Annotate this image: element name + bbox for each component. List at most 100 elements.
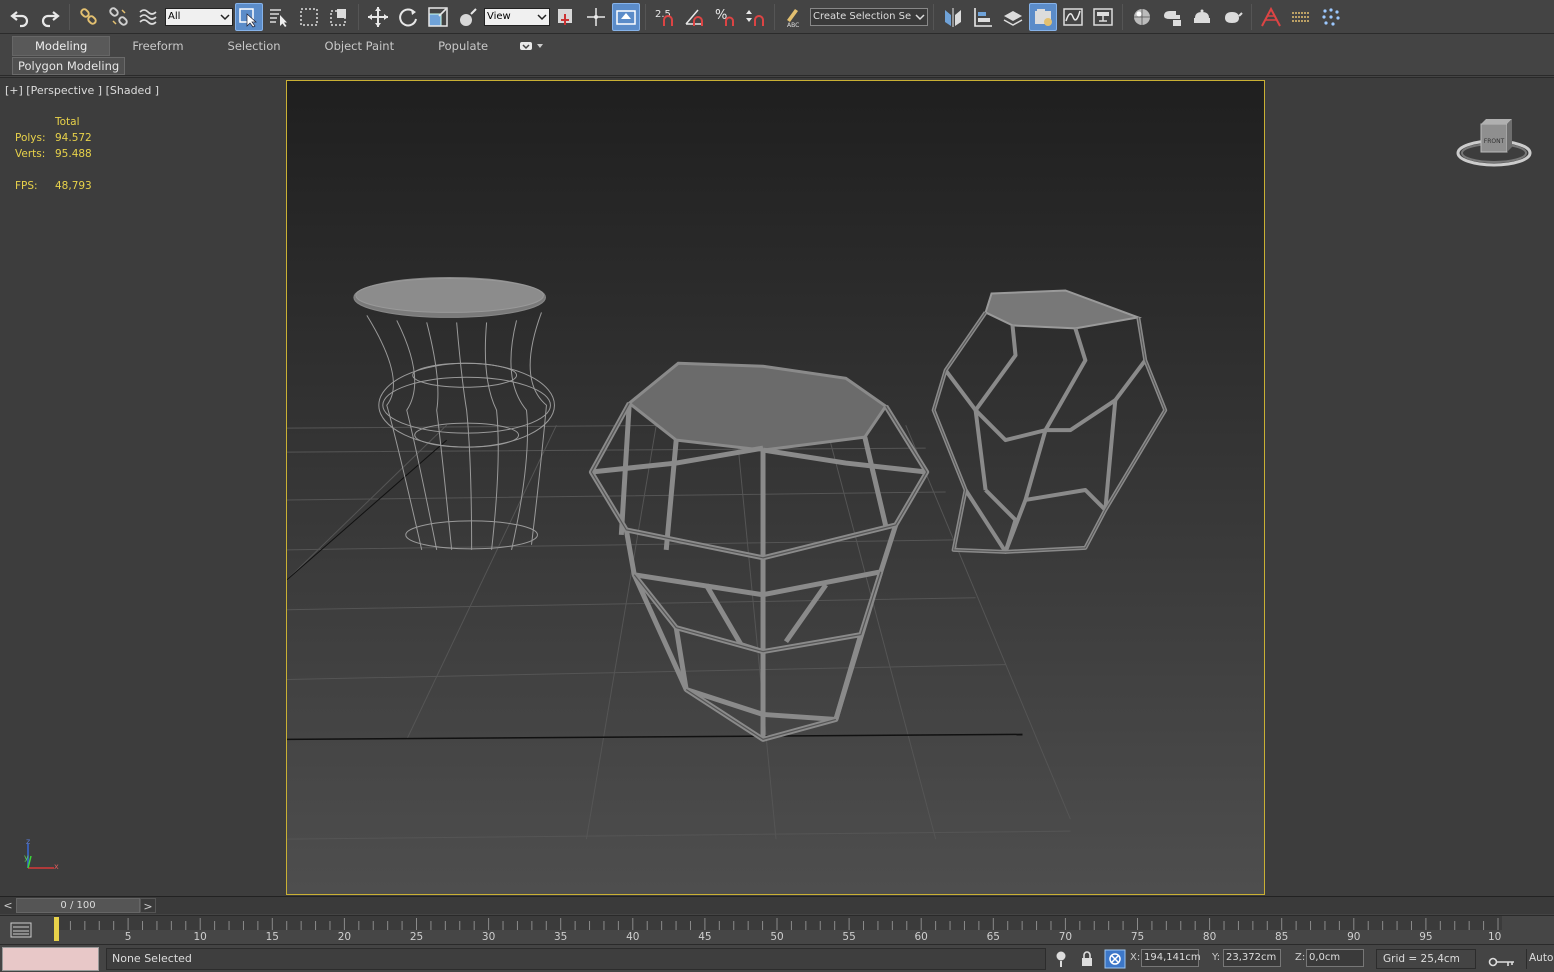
z-coordinate-field[interactable]: 0,0cm xyxy=(1306,949,1364,967)
toggle-layer-explorer-button[interactable] xyxy=(1029,2,1057,31)
absolute-transform-mode-icon[interactable] xyxy=(1104,949,1126,969)
snap-2-5d-icon: 2.5 xyxy=(655,9,673,26)
redo-button[interactable] xyxy=(36,3,64,31)
frame-tick-label: 60 xyxy=(915,931,928,943)
ribbon-options-button[interactable] xyxy=(520,41,544,51)
spinner-snap-toggle-button[interactable] xyxy=(741,3,769,31)
tab-populate[interactable]: Populate xyxy=(416,37,510,55)
status-message: None Selected xyxy=(106,948,1046,970)
time-slider-next-button[interactable]: > xyxy=(140,898,156,913)
undo-button[interactable] xyxy=(6,3,34,31)
unlink-icon xyxy=(109,6,128,26)
perspective-viewport[interactable] xyxy=(286,80,1265,895)
maxscript-listener-box[interactable] xyxy=(2,947,99,971)
bind-to-space-warp-button[interactable] xyxy=(135,3,163,31)
viewport-label-menu[interactable]: [+] [Perspective ] [Shaded ] xyxy=(5,84,159,97)
schematic-view-button[interactable] xyxy=(1089,3,1117,31)
time-slider-thumb[interactable]: 0 / 100 xyxy=(16,898,140,913)
select-and-place-button[interactable] xyxy=(454,3,482,31)
toolbar-separator xyxy=(774,3,775,30)
window-crossing-button[interactable] xyxy=(325,3,353,31)
select-by-name-button[interactable] xyxy=(265,3,293,31)
tab-freeform[interactable]: Freeform xyxy=(110,37,205,55)
select-and-manipulate-button[interactable] xyxy=(582,3,610,31)
time-slider[interactable]: < 0 / 100 > xyxy=(0,896,1554,914)
material-editor-button[interactable] xyxy=(1128,3,1156,31)
track-bar[interactable]: 0510152025303540455055606570758085909510… xyxy=(0,915,1554,944)
x-coordinate-label: X: xyxy=(1130,952,1141,963)
space-warp-icon xyxy=(139,8,157,25)
select-and-rotate-button[interactable] xyxy=(394,3,422,31)
frame-tick-label: 75 xyxy=(1131,931,1144,943)
select-and-scale-button[interactable] xyxy=(424,3,452,31)
frame-tick-label: 30 xyxy=(482,931,495,943)
current-frame-marker[interactable] xyxy=(54,917,59,941)
ribbon-toggle-icon xyxy=(520,42,533,50)
particle-view-button[interactable] xyxy=(1317,3,1345,31)
edit-named-selection-sets-button[interactable]: ABC xyxy=(780,3,808,31)
render-production-button[interactable] xyxy=(1218,3,1246,31)
frame-tick-label: 15 xyxy=(266,931,279,943)
frame-tick-label: 85 xyxy=(1275,931,1288,943)
use-pivot-point-center-button[interactable] xyxy=(552,3,580,31)
redo-icon xyxy=(41,10,60,27)
z-coordinate-label: Z: xyxy=(1295,952,1306,963)
rotate-icon xyxy=(399,7,417,26)
named-selection-sets-dropdown[interactable]: Create Selection Se xyxy=(810,7,928,26)
frame-tick-label: 20 xyxy=(338,931,351,943)
viewport-area[interactable]: [+] [Perspective ] [Shaded ] Total Polys… xyxy=(0,77,1554,896)
grid-spacing: Grid = 25,4cm xyxy=(1376,949,1476,969)
mirror-button[interactable] xyxy=(939,3,967,31)
select-and-link-button[interactable] xyxy=(75,3,103,31)
unlink-selection-button[interactable] xyxy=(105,3,133,31)
polys-value: 94.572 xyxy=(55,132,92,144)
chevron-down-icon xyxy=(915,13,925,20)
named-selection-icon: ABC xyxy=(787,8,799,28)
frame-ruler[interactable]: 0510152025303540455055606570758085909510… xyxy=(54,916,1502,945)
window-crossing-icon xyxy=(330,8,346,26)
render-setup-button[interactable] xyxy=(1158,3,1186,31)
chevron-down-icon xyxy=(537,44,544,48)
select-object-button[interactable] xyxy=(235,2,263,31)
isolate-selection-icon[interactable] xyxy=(1052,949,1070,969)
time-slider-prev-button[interactable]: < xyxy=(0,898,16,913)
curve-editor-button[interactable] xyxy=(1059,3,1087,31)
align-button[interactable] xyxy=(969,3,997,31)
x-coordinate-field[interactable]: 194,141cm xyxy=(1141,949,1201,967)
manipulate-icon xyxy=(587,7,605,26)
selection-lock-icon[interactable] xyxy=(1078,949,1096,969)
tab-modeling[interactable]: Modeling xyxy=(12,36,111,56)
select-by-name-icon xyxy=(270,8,287,27)
set-key-icon[interactable] xyxy=(1488,955,1516,969)
tab-selection[interactable]: Selection xyxy=(206,37,303,55)
angle-snap-icon xyxy=(685,9,703,26)
rendered-frame-window-button[interactable] xyxy=(1188,3,1216,31)
viewcube-widget[interactable]: FRONT xyxy=(1454,116,1534,176)
angle-snap-toggle-button[interactable] xyxy=(681,3,709,31)
viewcube-front-label: FRONT xyxy=(1484,138,1505,145)
auto-key-button[interactable]: Auto xyxy=(1526,949,1554,969)
toggle-scene-explorer-button[interactable] xyxy=(999,3,1027,31)
civil-view-button[interactable] xyxy=(1257,3,1285,31)
keyboard-shortcut-override-button[interactable] xyxy=(612,2,640,31)
snaps-toggle-button[interactable]: 2.5 xyxy=(651,3,679,31)
open-mini-curve-editor-icon[interactable] xyxy=(10,921,32,939)
select-and-move-button[interactable] xyxy=(364,3,392,31)
selection-filter-dropdown[interactable]: All xyxy=(165,7,233,26)
polygon-modeling-panel-button[interactable]: Polygon Modeling xyxy=(12,57,126,75)
align-icon xyxy=(974,7,992,27)
teapot-render-icon xyxy=(1225,11,1243,23)
material-editor-icon xyxy=(1134,8,1150,25)
svg-text:ABC: ABC xyxy=(787,22,799,28)
verts-label: Verts: xyxy=(15,148,46,160)
measure-distance-button[interactable] xyxy=(1287,3,1315,31)
rect-select-icon xyxy=(300,7,318,26)
y-coordinate-field[interactable]: 23,372cm xyxy=(1223,949,1281,967)
reference-coordinate-dropdown[interactable]: View xyxy=(484,7,550,26)
tab-object-paint[interactable]: Object Paint xyxy=(303,37,417,55)
civil-view-icon xyxy=(1261,6,1281,26)
toolbar-separator xyxy=(358,3,359,30)
percent-snap-toggle-button[interactable]: % xyxy=(711,3,739,31)
rectangular-selection-button[interactable] xyxy=(295,3,323,31)
frame-tick-label: 35 xyxy=(554,931,567,943)
